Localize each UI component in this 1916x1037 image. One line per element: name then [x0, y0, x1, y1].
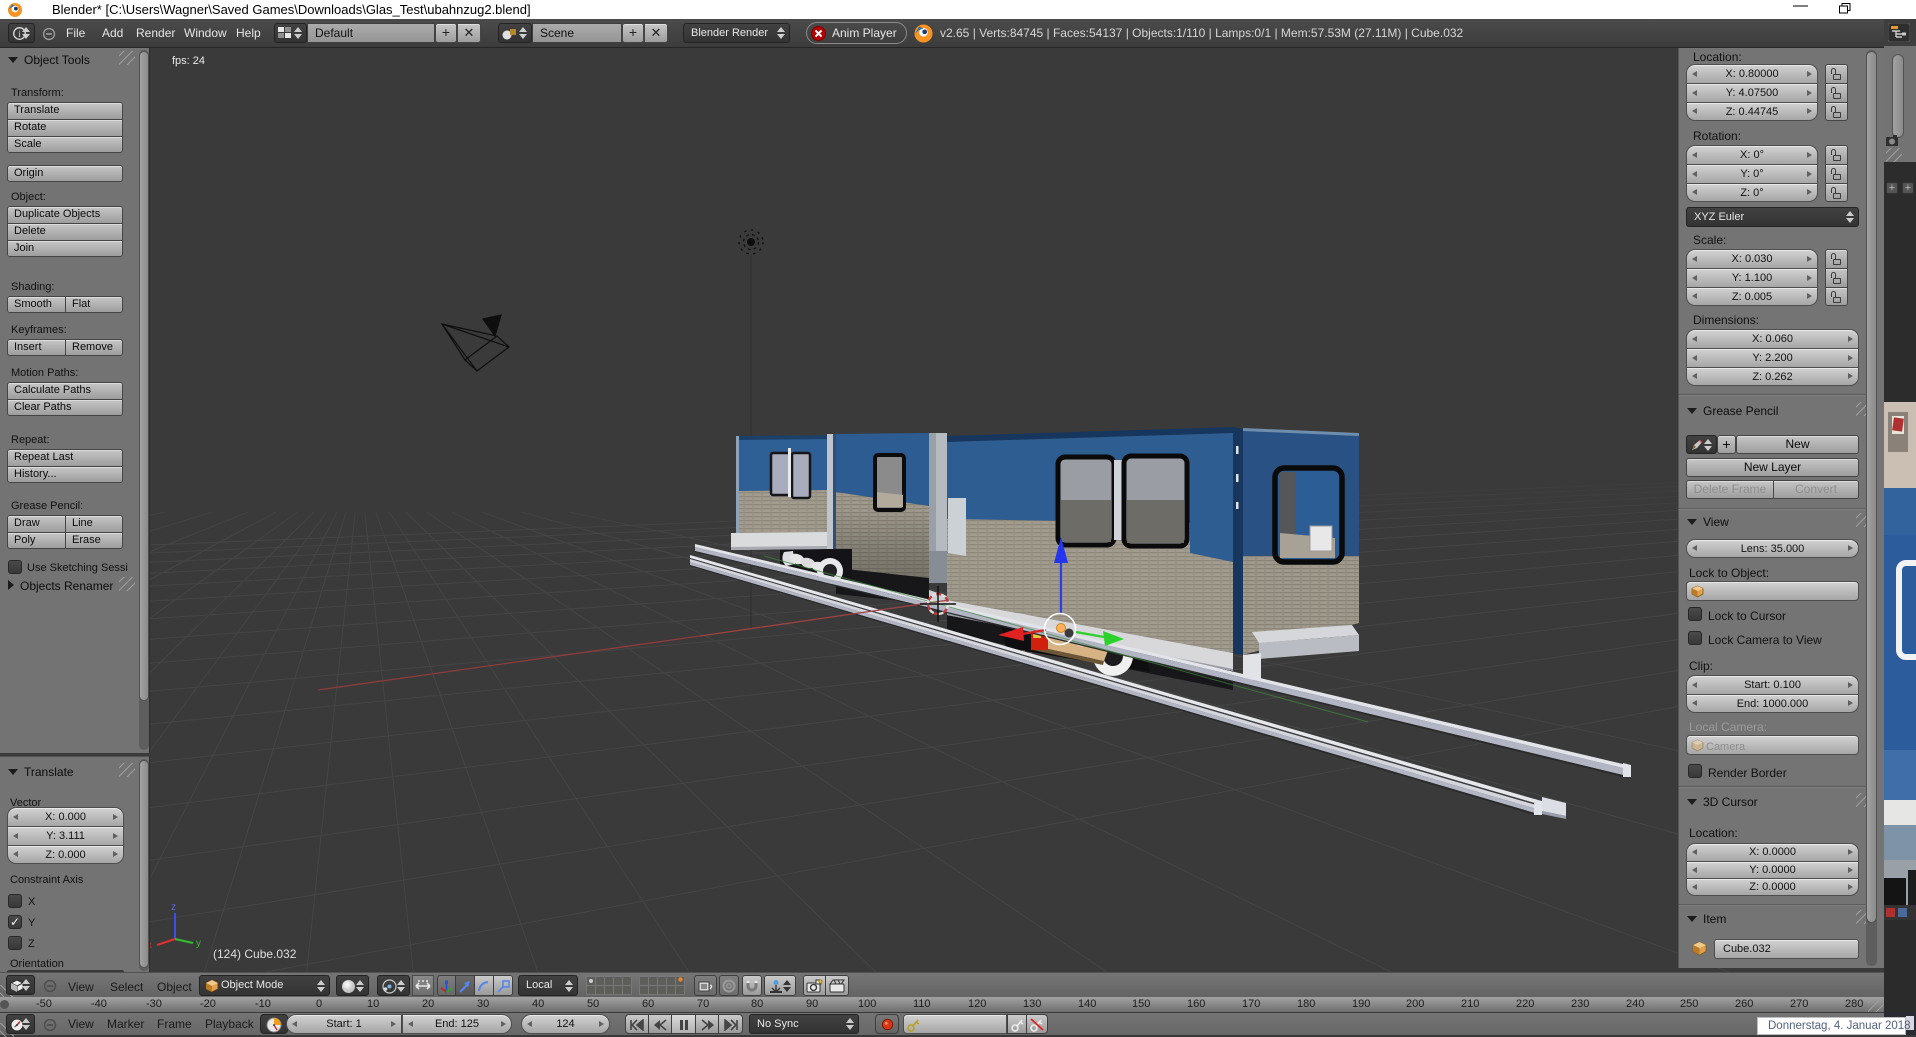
svg-text:i: i [18, 29, 21, 39]
svg-text:y: y [196, 938, 201, 949]
svg-text:fps: 24: fps: 24 [172, 55, 205, 67]
svg-text:(124) Cube.032: (124) Cube.032 [213, 947, 297, 961]
svg-text:z: z [171, 902, 176, 913]
